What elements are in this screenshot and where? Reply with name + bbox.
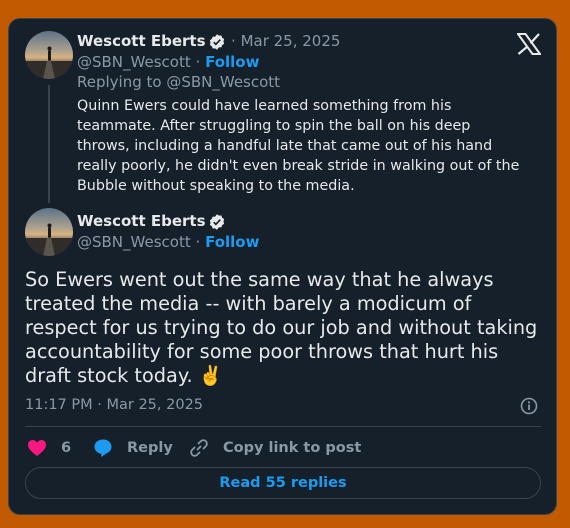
like-button[interactable]: 6 (27, 438, 71, 458)
handle-separator: · (195, 53, 201, 71)
link-icon (190, 439, 208, 457)
follow-link[interactable]: Follow (205, 53, 259, 71)
author-handle-line: @SBN_Wescott · Follow (77, 53, 259, 71)
replying-to[interactable]: Replying to @SBN_Wescott (77, 73, 280, 91)
follow-link[interactable]: Follow (205, 233, 259, 251)
author-name[interactable]: Wescott Eberts (77, 212, 206, 230)
tweet-text: So Ewers went out the same way that he a… (25, 268, 538, 387)
author-handle-line: @SBN_Wescott · Follow (77, 233, 259, 251)
tweet-timestamp[interactable]: 11:17 PM · Mar 25, 2025 (25, 397, 203, 413)
copy-link-label: Copy link to post (223, 440, 362, 456)
reply-button[interactable]: Reply (93, 438, 173, 458)
embedded-tweet-card: Wescott Eberts · Mar 25, 2025 @SBN_Wesco… (8, 18, 557, 515)
info-icon[interactable] (520, 397, 538, 415)
author-handle[interactable]: @SBN_Wescott (77, 53, 191, 71)
x-logo-icon[interactable] (517, 33, 541, 55)
heart-icon (28, 440, 46, 456)
copy-link-button[interactable]: Copy link to post (189, 438, 361, 458)
avatar[interactable] (25, 31, 73, 79)
divider (25, 426, 541, 427)
like-count: 6 (61, 440, 72, 456)
date-text: Mar 25, 2025 (240, 32, 341, 50)
handle-separator: · (195, 233, 201, 251)
tweet-date[interactable]: · Mar 25, 2025 (231, 32, 340, 50)
avatar[interactable] (25, 208, 73, 256)
reply-tweet-text: Quinn Ewers could have learned something… (77, 98, 520, 194)
author-name[interactable]: Wescott Eberts (77, 32, 206, 50)
date-separator: · (231, 32, 236, 50)
author-handle[interactable]: @SBN_Wescott (77, 233, 191, 251)
verified-badge-icon (209, 34, 225, 50)
verified-badge-icon (209, 214, 225, 230)
reply-label: Reply (127, 440, 173, 456)
reply-bubble-icon (94, 439, 112, 457)
thread-line (48, 85, 50, 203)
read-replies-button[interactable]: Read 55 replies (25, 467, 541, 499)
